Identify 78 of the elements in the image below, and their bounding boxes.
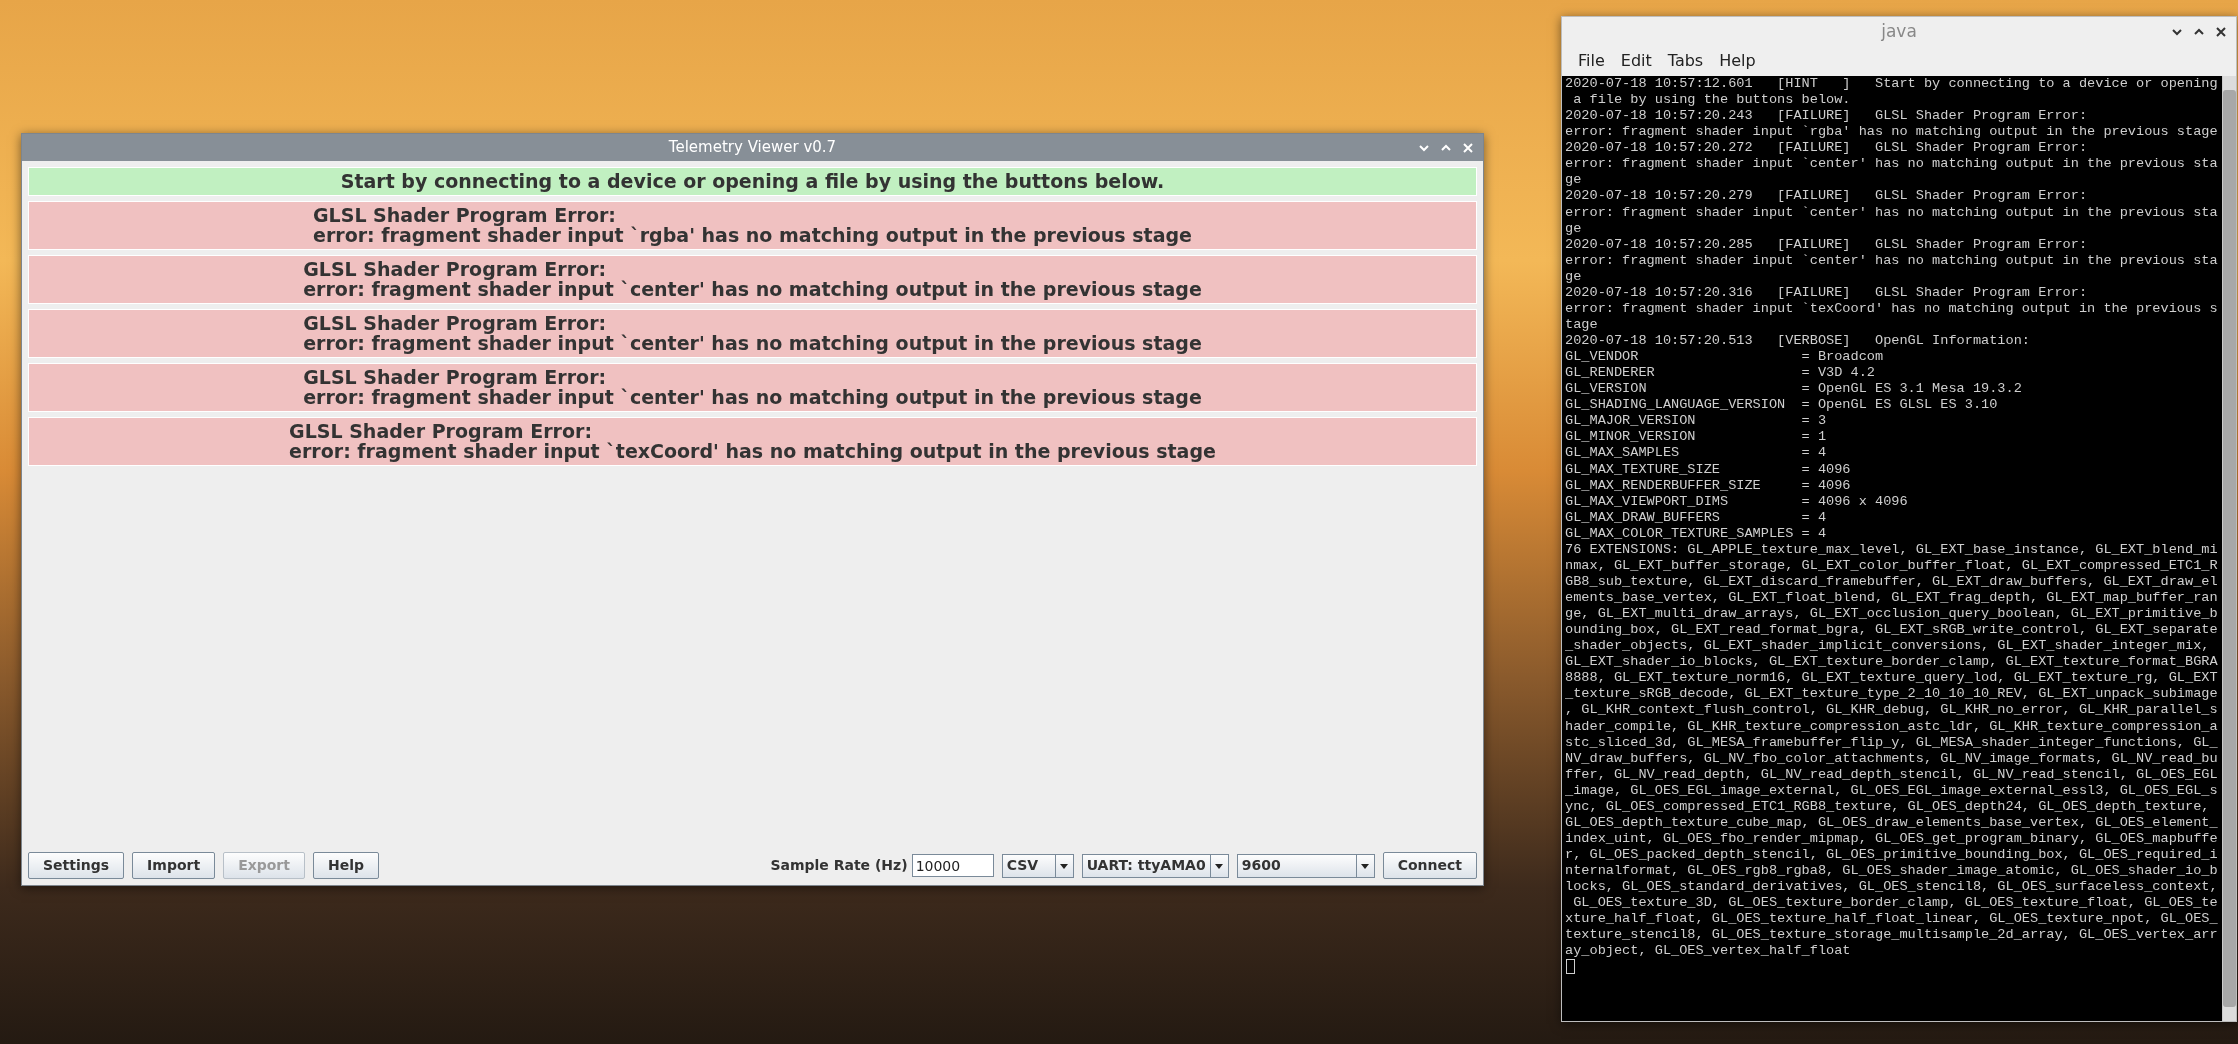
terminal-line: GL_MINOR_VERSION = 1 bbox=[1565, 429, 1828, 446]
message-text: error: fragment shader input `center' has no matching output in the previous stage bbox=[303, 387, 1202, 407]
terminal-line: xture_half_float, GL_OES_texture_half_float_linear, GL_OES_texture_npot, GL_OES_ bbox=[1565, 911, 2219, 928]
menu-item[interactable]: Edit bbox=[1612, 49, 1660, 73]
terminal-line: r, GL_OES_packed_depth_stencil, GL_OES_primitive_bounding_box, GL_OES_required_i bbox=[1565, 847, 2219, 864]
terminal-line: a file by using the buttons below. bbox=[1572, 92, 1852, 109]
terminal-line: hader_compile, GL_KHR_texture_compression_astc_ldr, GL_KHR_texture_compression_a bbox=[1565, 718, 2219, 735]
text-cursor bbox=[1566, 959, 1575, 975]
terminal-line: GL_MAX_SAMPLES = 4 bbox=[1565, 445, 1828, 462]
terminal-line: , GL_KHR_context_flush_control, GL_KHR_debug, GL_KHR_no_error, GL_KHR_parallel_s bbox=[1565, 702, 2219, 719]
message-text: Start by connecting to a device or opening a file by using the buttons below. bbox=[340, 171, 1165, 191]
terminal-line: ge bbox=[1565, 172, 1583, 189]
terminal-line: 8888, GL_EXT_texture_norm16, GL_EXT_texture_query_lod, GL_EXT_texture_rg, GL_EXT bbox=[1565, 670, 2219, 687]
port-dropdown[interactable]: UART: ttyAMA0 bbox=[1081, 853, 1229, 878]
terminal-line: GL_VENDOR = Broadcom bbox=[1565, 349, 1885, 366]
terminal-line: 2020-07-18 10:57:12.601 [HINT ] Start by connecting to a device or opening bbox=[1565, 76, 2219, 93]
terminal-line: ffer, GL_NV_read_depth, GL_NV_read_depth_stencil, GL_NV_read_stencil, GL_OES_EGL bbox=[1565, 766, 2219, 783]
message-text: error: fragment shader input `rgba' has no matching output in the previous stage bbox=[313, 225, 1192, 245]
terminal-line: GL_MAX_TEXTURE_SIZE = 4096 bbox=[1565, 461, 1852, 478]
terminal-line: _texture_sRGB_decode, GL_EXT_texture_type_2_10_10_10_REV, GL_EXT_unpack_subimage bbox=[1565, 686, 2219, 703]
terminal-line: tage bbox=[1565, 316, 1599, 333]
terminal-line: error: fragment shader input `center' has no matching output in the previous sta bbox=[1565, 156, 2219, 173]
terminal-line: 2020-07-18 10:57:20.316 [FAILURE] GLSL Shader Program Error: bbox=[1565, 284, 2089, 301]
terminal-line: texture_stencil8, GL_OES_texture_storage_multisample_2d_array, GL_OES_vertex_arr bbox=[1565, 927, 2219, 944]
window-title: Telemetry Viewer v0.7 bbox=[668, 137, 837, 159]
message-text: error: fragment shader input `center' has no matching output in the previous stage bbox=[303, 333, 1202, 353]
terminal-line: 76 EXTENSIONS: GL_APPLE_texture_max_level, GL_EXT_base_instance, GL_EXT_blend_mi bbox=[1565, 541, 2219, 558]
terminal-line: ay_object, GL_OES_vertex_half_float bbox=[1565, 943, 1852, 960]
connect-button[interactable]: Connect bbox=[1382, 852, 1477, 879]
terminal-line: index_uint, GL_OES_fbo_render_mipmap, GL_OES_get_program_binary, GL_OES_mapbuffe bbox=[1565, 830, 2219, 847]
terminal-line: nternalformat, GL_OES_rgb8_rgba8, GL_OES_shader_image_atomic, GL_OES_shader_io_b bbox=[1565, 863, 2219, 880]
terminal-line: GL_MAX_VIEWPORT_DIMS = 4096 x 4096 bbox=[1565, 493, 1909, 510]
terminal-line: 2020-07-18 10:57:20.279 [FAILURE] GLSL Shader Program Error: bbox=[1565, 188, 2089, 205]
terminal-line: ounding_box, GL_EXT_read_format_bgra, GL_EXT_sRGB_write_control, GL_EXT_separate bbox=[1565, 622, 2219, 639]
menu-item[interactable]: File bbox=[1570, 49, 1613, 73]
field-label: Sample Rate (Hz) bbox=[770, 856, 908, 875]
message-text: error: fragment shader input `center' has no matching output in the previous stage bbox=[303, 279, 1202, 299]
baud-rate-dropdown[interactable]: 9600 bbox=[1236, 853, 1375, 878]
terminal-line: GL_RENDERER = V3D 4.2 bbox=[1565, 365, 1876, 382]
terminal-line: _shader_objects, GL_EXT_shader_implicit_conversions, GL_EXT_shader_integer_mix, bbox=[1565, 638, 2211, 655]
terminal-line: 2020-07-18 10:57:20.243 [FAILURE] GLSL Shader Program Error: bbox=[1565, 108, 2089, 125]
terminal-line: stc_sliced_3d, GL_MESA_framebuffer_flip_y, GL_MESA_shader_integer_functions, GL_ bbox=[1565, 734, 2219, 751]
terminal-line: ge bbox=[1565, 268, 1583, 285]
terminal-line: _image, GL_OES_EGL_image_external, GL_OES_EGL_image_external_essl3, GL_OES_EGL_s bbox=[1565, 782, 2219, 799]
format-dropdown[interactable]: CSV bbox=[1001, 853, 1074, 878]
terminal-line: ync, GL_OES_compressed_ETC1_RGB8_texture, GL_OES_depth24, GL_OES_depth_texture, bbox=[1565, 798, 2211, 815]
terminal-line: GL_OES_texture_3D, GL_OES_texture_border_clamp, GL_OES_texture_float, GL_OES_te bbox=[1572, 895, 2219, 912]
terminal-line: GL_MAJOR_VERSION = 3 bbox=[1565, 413, 1828, 430]
terminal-line: error: fragment shader input `center' has no matching output in the previous sta bbox=[1565, 204, 2219, 221]
window-title: java bbox=[1881, 19, 1917, 43]
terminal-line: error: fragment shader input `texCoord' has no matching output in the previous s bbox=[1565, 300, 2219, 317]
terminal-line: 2020-07-18 10:57:20.285 [FAILURE] GLSL Shader Program Error: bbox=[1565, 236, 2089, 253]
terminal-line: GL_MAX_COLOR_TEXTURE_SAMPLES = 4 bbox=[1565, 525, 1828, 542]
terminal-line: GB8_sub_texture, GL_EXT_discard_framebuffer, GL_EXT_draw_buffers, GL_EXT_draw_el bbox=[1565, 573, 2219, 590]
terminal-line: GL_MAX_RENDERBUFFER_SIZE = 4096 bbox=[1565, 477, 1852, 494]
terminal-line: ge, GL_EXT_multi_draw_arrays, GL_EXT_occlusion_query_boolean, GL_EXT_primitive_b bbox=[1565, 606, 2219, 623]
terminal-line: NV_draw_buffers, GL_NV_fbo_color_attachments, GL_NV_image_formats, GL_NV_read_bu bbox=[1565, 750, 2219, 767]
toolbar-button[interactable]: Import bbox=[132, 852, 216, 879]
terminal-line: GL_OES_depth_texture_cube_map, GL_OES_draw_elements_base_vertex, GL_OES_element_ bbox=[1565, 814, 2219, 831]
message-text: error: fragment shader input `texCoord' has no matching output in the previous stage bbox=[289, 441, 1216, 461]
terminal-line: GL_EXT_shader_io_blocks, GL_EXT_texture_border_clamp, GL_EXT_texture_format_BGRA bbox=[1565, 654, 2219, 671]
terminal-line: GL_MAX_DRAW_BUFFERS = 4 bbox=[1565, 509, 1828, 526]
terminal-line: ge bbox=[1565, 220, 1583, 237]
close-icon[interactable] bbox=[2214, 24, 2228, 39]
terminal-line: error: fragment shader input `rgba' has no matching output in the previous stage bbox=[1565, 124, 2219, 141]
terminal-line: GL_VERSION = OpenGL ES 3.1 Mesa 19.3.2 bbox=[1565, 381, 2023, 398]
terminal-line: 2020-07-18 10:57:20.272 [FAILURE] GLSL Shader Program Error: bbox=[1565, 140, 2089, 157]
terminal-line: GL_SHADING_LANGUAGE_VERSION = OpenGL ES GLSL ES 3.10 bbox=[1565, 397, 1999, 414]
terminal-line: nmax, GL_EXT_buffer_storage, GL_EXT_color_buffer_float, GL_EXT_compressed_ETC1_R bbox=[1565, 557, 2219, 574]
menu-item[interactable]: Tabs bbox=[1659, 49, 1712, 73]
terminal-line: ements_base_vertex, GL_EXT_float_blend, GL_EXT_frag_depth, GL_EXT_map_buffer_ran bbox=[1565, 590, 2219, 607]
sample-rate-field[interactable]: 10000 bbox=[911, 854, 994, 877]
toolbar-button[interactable]: Help bbox=[313, 852, 380, 879]
menu-item[interactable]: Help bbox=[1711, 49, 1764, 73]
terminal-line: locks, GL_OES_standard_derivatives, GL_OES_stencil8, GL_OES_surfaceless_context, bbox=[1565, 879, 2219, 896]
terminal-line: error: fragment shader input `center' has no matching output in the previous sta bbox=[1565, 252, 2219, 269]
terminal-line: 2020-07-18 10:57:20.513 [VERBOSE] OpenGL Information: bbox=[1565, 333, 2031, 350]
toolbar-button[interactable]: Settings bbox=[28, 852, 125, 879]
